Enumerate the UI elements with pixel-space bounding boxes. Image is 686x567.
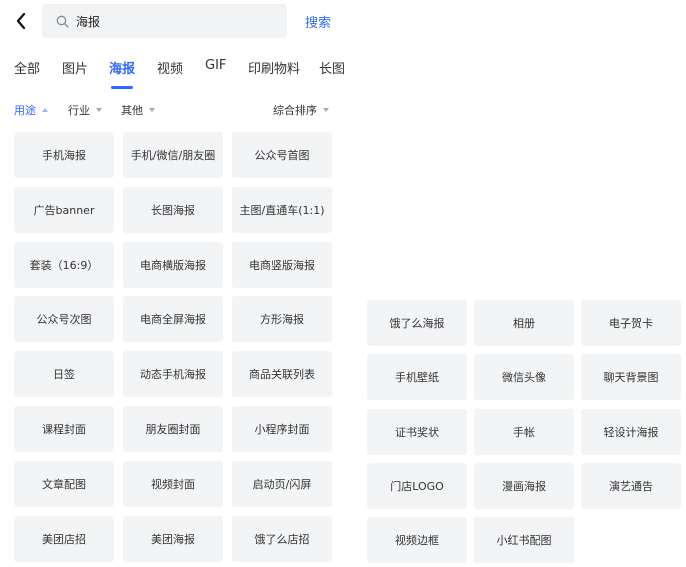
- usage-chip[interactable]: 手帐: [474, 408, 574, 455]
- search-icon: [56, 14, 70, 28]
- usage-chip[interactable]: 方形海报: [232, 296, 332, 343]
- usage-chip[interactable]: 手机海报: [14, 132, 114, 178]
- usage-chip[interactable]: 手机/微信/朋友圈: [123, 132, 223, 178]
- back-button[interactable]: [8, 8, 34, 34]
- usage-chip[interactable]: 课程封面: [14, 406, 114, 452]
- right-panel: 饿了么海报 相册 电子贺卡手机壁纸 微信头像 聊天背景图证书奖状 手帐 轻设计海报门店LOG…: [345, 0, 686, 567]
- tab-gif[interactable]: GIF: [205, 58, 226, 73]
- usage-chip[interactable]: 饿了么海报: [367, 300, 467, 346]
- filter-other-label: 其他: [121, 104, 143, 117]
- search-query: 海报: [76, 14, 101, 29]
- top-bar: 海报 搜索: [0, 0, 345, 42]
- filter-usage-label: 用途: [14, 104, 36, 117]
- search-input[interactable]: 海报: [42, 4, 287, 38]
- caret-down-icon: [96, 108, 102, 112]
- usage-chip[interactable]: 商品关联列表: [232, 351, 332, 398]
- tab-posters[interactable]: 海报: [109, 58, 135, 77]
- usage-chip[interactable]: 相册: [474, 300, 574, 346]
- tab-all[interactable]: 全部: [14, 58, 40, 77]
- usage-chip[interactable]: 饿了么店招: [232, 515, 332, 562]
- sort-label: 综合排序: [273, 104, 317, 117]
- usage-chip[interactable]: 小红书配图: [474, 517, 574, 564]
- usage-chip[interactable]: 朋友圈封面: [123, 406, 223, 452]
- usage-chip[interactable]: 电商竖版海报: [232, 241, 332, 288]
- filter-industry[interactable]: 行业: [68, 102, 102, 118]
- usage-chip[interactable]: 门店LOGO: [367, 462, 467, 509]
- usage-chip[interactable]: 日签: [14, 351, 114, 398]
- usage-chip[interactable]: 长图海报: [123, 186, 223, 233]
- usage-chip[interactable]: 漫画海报: [474, 462, 574, 509]
- search-button[interactable]: 搜索: [305, 12, 331, 31]
- usage-chip[interactable]: 轻设计海报: [581, 408, 681, 455]
- usage-chip[interactable]: 视频封面: [123, 460, 223, 507]
- category-tabs: 全部 图片 海报 视频 GIF 印刷物料 长图: [0, 48, 345, 92]
- usage-chip[interactable]: 演艺通告: [581, 462, 681, 509]
- left-panel: 海报 搜索 全部 图片 海报 视频 GIF 印刷物料 长图 用途 行业 其他 综…: [0, 0, 345, 567]
- caret-down-icon: [323, 108, 329, 112]
- usage-chip[interactable]: 公众号首图: [232, 132, 332, 178]
- usage-chip[interactable]: 套装（16:9）: [14, 241, 114, 288]
- usage-chip[interactable]: 电子贺卡: [581, 300, 681, 346]
- usage-chip[interactable]: 动态手机海报: [123, 351, 223, 398]
- usage-chip[interactable]: 微信头像: [474, 354, 574, 401]
- tab-print[interactable]: 印刷物料: [248, 58, 300, 77]
- usage-chip[interactable]: 美团海报: [123, 515, 223, 562]
- usage-chip[interactable]: 文章配图: [14, 460, 114, 507]
- filter-bar: 用途 行业 其他 综合排序: [0, 94, 345, 122]
- caret-down-icon: [149, 108, 155, 112]
- chevron-left-icon: [16, 13, 26, 29]
- tab-long-image[interactable]: 长图: [319, 58, 345, 77]
- usage-chip[interactable]: 电商全屏海报: [123, 296, 223, 343]
- usage-chip[interactable]: 手机壁纸: [367, 354, 467, 401]
- usage-chip[interactable]: 公众号次图: [14, 296, 114, 343]
- filter-usage[interactable]: 用途: [14, 102, 48, 118]
- usage-chip[interactable]: 广告banner: [14, 186, 114, 233]
- caret-up-icon: [42, 108, 48, 112]
- active-tab-indicator: [111, 86, 133, 89]
- tab-videos[interactable]: 视频: [157, 58, 183, 77]
- filter-other[interactable]: 其他: [121, 102, 155, 118]
- sort-dropdown[interactable]: 综合排序: [273, 102, 329, 118]
- usage-chip[interactable]: 美团店招: [14, 515, 114, 562]
- usage-chip[interactable]: 证书奖状: [367, 408, 467, 455]
- usage-chip[interactable]: 启动页/闪屏: [232, 460, 332, 507]
- usage-chip[interactable]: 聊天背景图: [581, 354, 681, 401]
- tab-images[interactable]: 图片: [62, 58, 88, 77]
- usage-chip[interactable]: 电商横版海报: [123, 241, 223, 288]
- usage-chip[interactable]: 视频边框: [367, 517, 467, 564]
- usage-chip[interactable]: 小程序封面: [232, 406, 332, 452]
- filter-industry-label: 行业: [68, 104, 90, 117]
- usage-chip[interactable]: 主图/直通车(1:1): [232, 186, 332, 233]
